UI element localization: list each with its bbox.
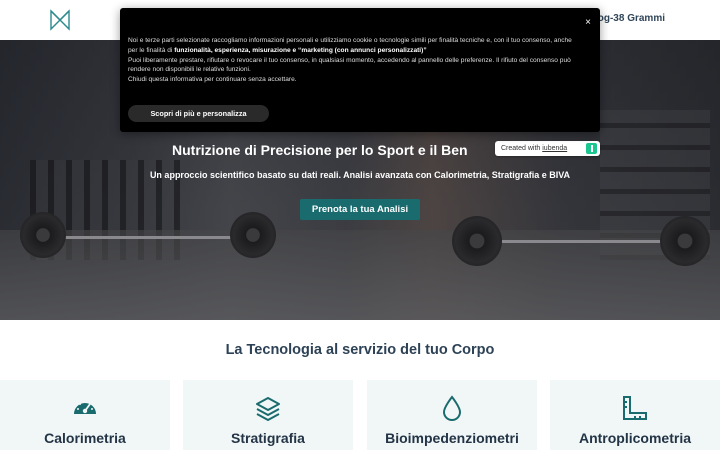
droplet-icon	[438, 394, 466, 422]
cookie-text-purposes: funzionalità, esperienza, misurazione e …	[174, 46, 427, 54]
close-icon[interactable]: ×	[585, 18, 591, 28]
card-label: Antroplicometria	[578, 430, 691, 446]
cookie-text-consent: Puoi liberamente prestare, rifiutare o r…	[128, 56, 571, 74]
card-calorimetria[interactable]: Calorimetria	[0, 380, 170, 450]
cookie-banner: × Noi e terze parti selezionate raccogli…	[120, 8, 600, 132]
weight-plate	[20, 212, 66, 258]
card-antroplicometria[interactable]: Antroplicometria	[550, 380, 720, 450]
cookie-text-close: Chiudi questa informativa per continuare…	[128, 76, 297, 84]
iubenda-badge[interactable]: Created with iubenda	[495, 141, 600, 156]
iubenda-logo-icon	[586, 143, 597, 154]
cookie-banner-text: Noi e terze parti selezionate raccogliam…	[128, 36, 580, 85]
card-label: Stratigrafia	[231, 430, 305, 446]
weight-plate	[452, 216, 502, 266]
card-label: Calorimetria	[44, 430, 126, 446]
hero-background-floor	[0, 230, 720, 320]
weight-plate	[660, 216, 710, 266]
iubenda-prefix: Created with	[501, 145, 543, 152]
hero-subtitle: Un approccio scientifico basato su dati …	[149, 170, 571, 180]
iubenda-link[interactable]: iubenda	[542, 145, 567, 152]
weight-plate	[230, 212, 276, 258]
layers-icon	[254, 394, 282, 422]
card-label: Bioimpedenziometri	[385, 430, 519, 446]
ruler-icon	[621, 394, 649, 422]
section-title: La Tecnologia al servizio del tuo Corpo	[225, 342, 495, 358]
card-bioimpedenziometria[interactable]: Bioimpedenziometri	[367, 380, 537, 450]
brand-logo-icon[interactable]	[49, 9, 71, 31]
gauge-icon	[71, 394, 99, 422]
book-analysis-button[interactable]: Prenota la tua Analisi	[300, 199, 420, 220]
card-stratigrafia[interactable]: Stratigrafia	[183, 380, 353, 450]
barbell	[470, 240, 690, 243]
customize-cookies-button[interactable]: Scopri di più e personalizza	[128, 105, 269, 122]
